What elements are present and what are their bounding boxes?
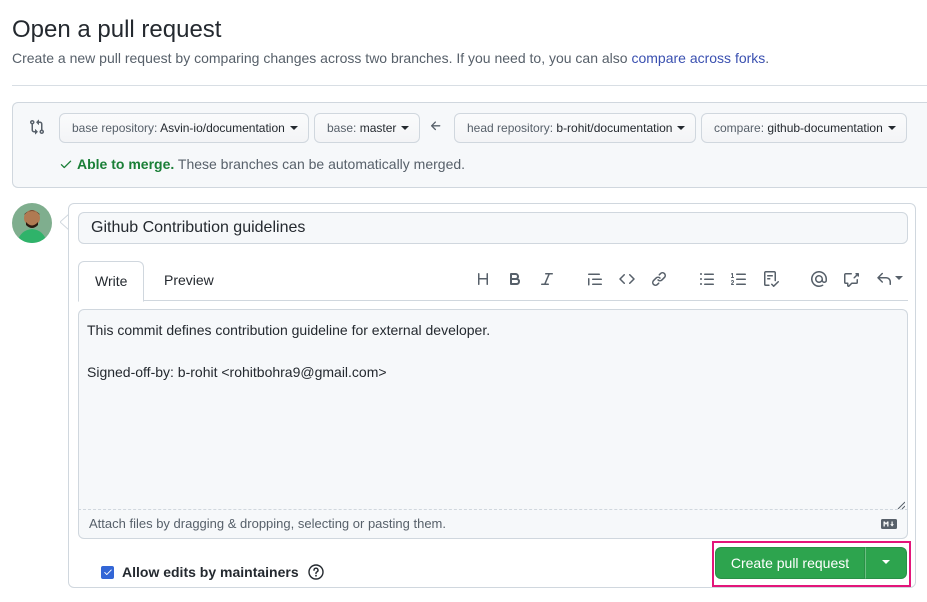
base-repository-label: base repository: <box>72 121 161 135</box>
subtitle-end: . <box>765 50 770 66</box>
caret-down-icon <box>887 125 896 130</box>
check-icon <box>60 160 72 169</box>
head-repository-label: head repository: <box>467 121 557 135</box>
compare-branch-value: github-documentation <box>767 121 883 135</box>
page-subtitle: Create a new pull request by comparing c… <box>12 50 769 66</box>
base-branch-value: master <box>359 121 397 135</box>
caret-down-icon <box>289 125 298 130</box>
arrow-left-icon <box>430 121 441 131</box>
compare-across-forks-link[interactable]: compare across forks <box>631 50 765 66</box>
head-repository-value: b-rohit/documentation <box>556 121 673 135</box>
git-compare-icon <box>30 119 45 135</box>
allow-edits-row[interactable]: Allow edits by maintainers <box>101 564 324 580</box>
create-options-dropdown-button[interactable] <box>865 547 907 579</box>
caret-down-icon <box>401 125 410 130</box>
page-title: Open a pull request <box>12 16 222 43</box>
avatar[interactable] <box>12 203 52 243</box>
base-repository-value: Asvin-io/documentation <box>160 121 285 135</box>
merge-ok-text: Able to merge. <box>77 156 175 172</box>
header-divider <box>12 85 927 86</box>
italic-icon[interactable] <box>537 269 557 289</box>
resize-grip-icon[interactable] <box>897 501 905 509</box>
base-branch-label: base: <box>327 121 360 135</box>
base-branch-select[interactable]: base: master <box>314 113 421 143</box>
mention-icon[interactable] <box>809 269 829 289</box>
pull-request-composer: Write Preview <box>68 203 916 588</box>
heading-icon[interactable] <box>473 269 493 289</box>
tab-write[interactable]: Write <box>78 261 145 302</box>
ordered-list-icon[interactable] <box>729 269 749 289</box>
caret-down-icon <box>894 276 903 280</box>
head-repository-select[interactable]: head repository: b-rohit/documentation <box>454 113 697 143</box>
quote-icon[interactable] <box>585 269 605 289</box>
branch-range-editor: base repository: Asvin-io/documentation … <box>12 102 927 188</box>
question-circle-icon[interactable] <box>307 564 324 580</box>
compare-branch-select[interactable]: compare: github-documentation <box>701 113 907 143</box>
attach-files-text: Attach files by dragging & dropping, sel… <box>89 516 446 531</box>
task-list-icon[interactable] <box>761 269 781 289</box>
merge-status: Able to merge. These branches can be aut… <box>59 156 465 172</box>
link-icon[interactable] <box>649 269 669 289</box>
unordered-list-icon[interactable] <box>697 269 717 289</box>
attach-files-bar[interactable]: Attach files by dragging & dropping, sel… <box>78 509 908 539</box>
editor-tabs: Write Preview <box>78 261 908 302</box>
caret-down-icon <box>677 125 686 130</box>
reply-icon[interactable] <box>873 269 905 289</box>
markdown-icon[interactable] <box>881 519 897 529</box>
code-icon[interactable] <box>617 269 637 289</box>
checkmark-icon <box>103 569 112 575</box>
subtitle-text: Create a new pull request by comparing c… <box>12 50 632 66</box>
create-pull-request-button[interactable]: Create pull request <box>715 547 865 579</box>
allow-edits-checkbox[interactable] <box>101 565 114 579</box>
body-textarea[interactable]: This commit defines contribution guideli… <box>78 309 908 509</box>
base-repository-select[interactable]: base repository: Asvin-io/documentation <box>59 113 309 143</box>
bold-icon[interactable] <box>505 269 525 289</box>
title-input[interactable] <box>78 212 908 244</box>
caret-down-icon <box>882 560 890 564</box>
compare-branch-label: compare: <box>714 121 768 135</box>
tab-preview[interactable]: Preview <box>148 261 230 301</box>
merge-detail-text: These branches can be automatically merg… <box>174 156 466 172</box>
allow-edits-label[interactable]: Allow edits by maintainers <box>122 564 299 580</box>
cross-reference-icon[interactable] <box>841 269 861 289</box>
avatar-image <box>12 203 52 243</box>
